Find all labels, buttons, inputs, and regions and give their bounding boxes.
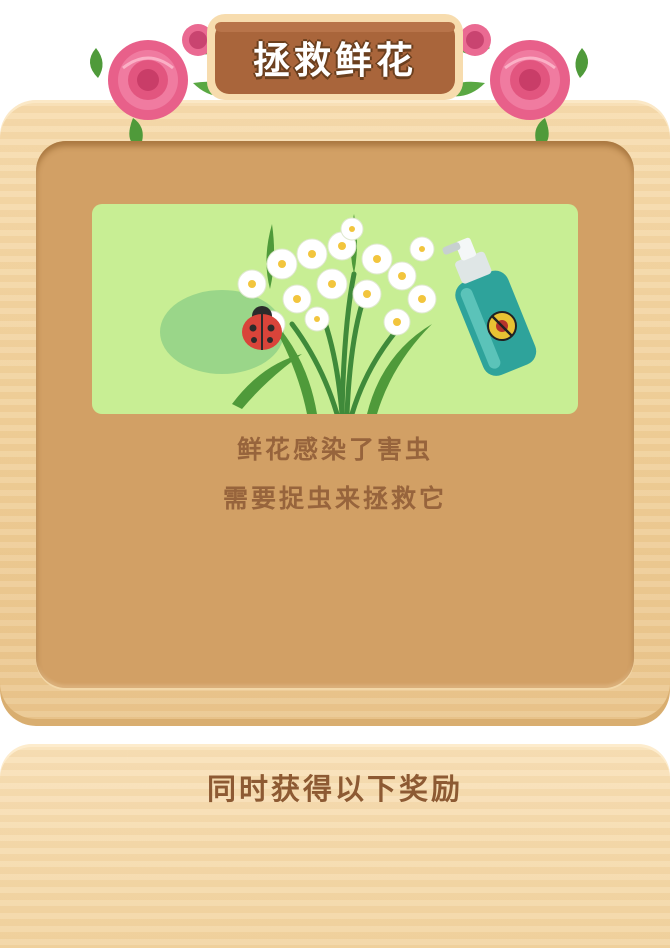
- dialog-title: 拯救鲜花: [253, 39, 417, 82]
- reward-title: 同时获得以下奖励: [206, 772, 463, 806]
- infested-flower-illustration: [92, 204, 578, 414]
- no-bug-icon: [487, 311, 517, 341]
- message-line-2: 需要捉虫来拯救它: [222, 484, 447, 513]
- message-line-1: 鲜花感染了害虫: [236, 435, 433, 464]
- spray-bottle-icon: [442, 237, 537, 376]
